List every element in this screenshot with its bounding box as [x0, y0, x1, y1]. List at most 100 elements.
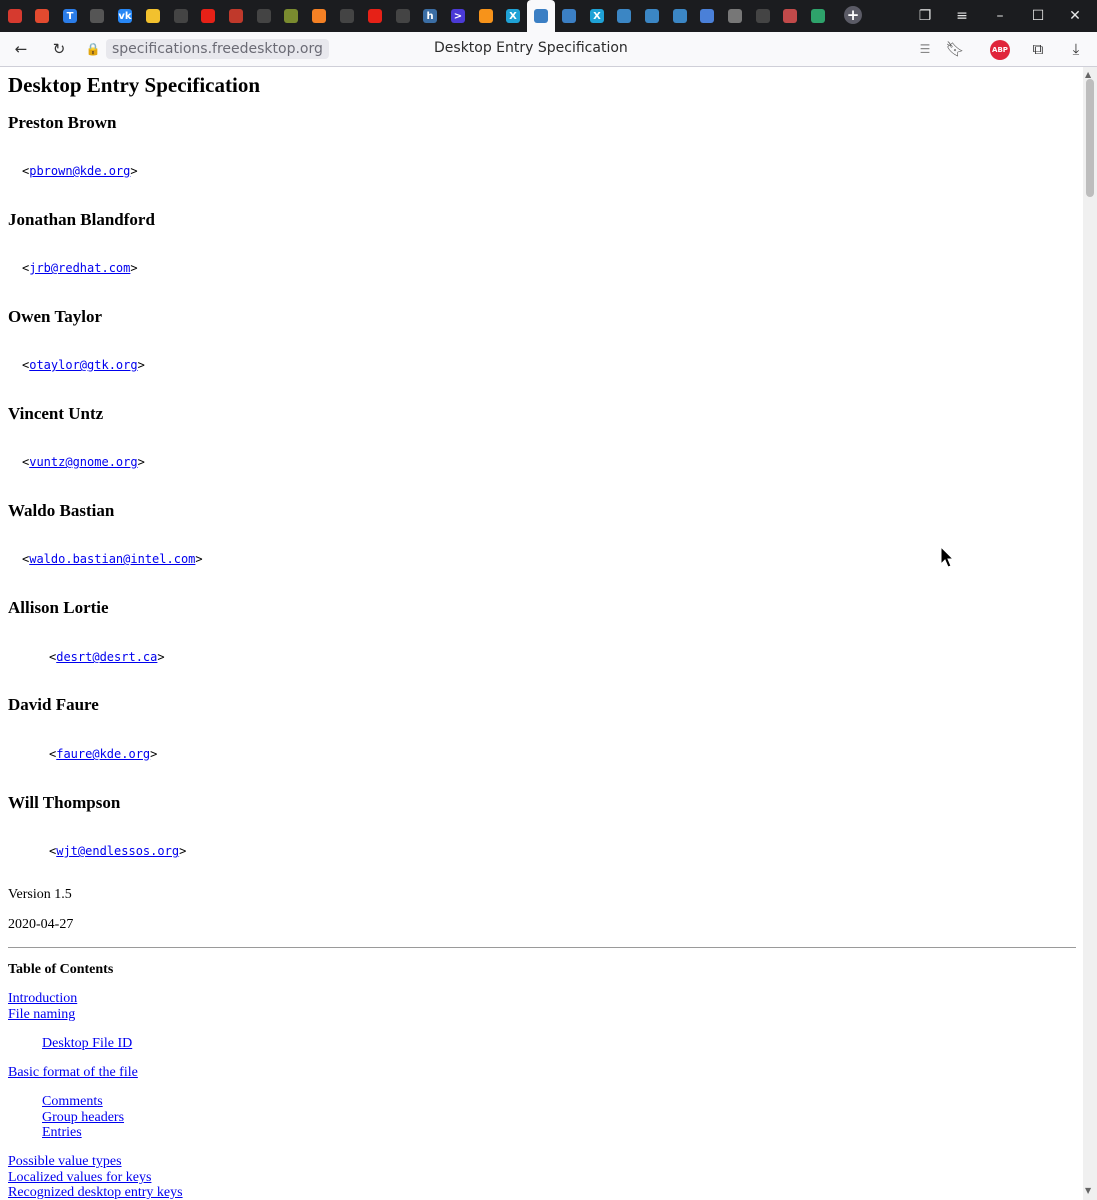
url-field[interactable]: specifications.freedesktop.org: [106, 39, 329, 59]
browser-tab[interactable]: [305, 2, 333, 30]
email-link[interactable]: desrt@desrt.ca: [56, 650, 157, 664]
arrow-icon: >: [451, 9, 465, 23]
browser-tab[interactable]: vk: [111, 2, 139, 30]
browser-tab[interactable]: [527, 0, 555, 32]
tab-list-button[interactable]: ❐: [915, 6, 935, 26]
github-icon: [756, 9, 770, 23]
browser-tab[interactable]: X: [583, 2, 611, 30]
browser-tab[interactable]: [361, 2, 389, 30]
toc-link[interactable]: Comments: [42, 1094, 103, 1110]
tab-strip: + ❐ ≡ – ☐ ✕ Tvk h > X X: [0, 0, 1097, 32]
bracket: >: [150, 747, 158, 761]
author-email: <desrt@desrt.ca>: [49, 650, 165, 664]
email-link[interactable]: wjt@endlessos.org: [56, 844, 179, 858]
gear-icon: [645, 9, 659, 23]
email-link[interactable]: waldo.bastian@intel.com: [29, 552, 195, 566]
toc-link[interactable]: Localized values for keys: [8, 1170, 151, 1186]
youtube-icon: [201, 9, 215, 23]
bracket: >: [130, 261, 138, 275]
minimize-button[interactable]: –: [990, 6, 1010, 26]
youtube-icon: [368, 9, 382, 23]
browser-tab[interactable]: [638, 2, 666, 30]
new-tab-button[interactable]: +: [844, 6, 862, 24]
speaker-icon: [90, 9, 104, 23]
bracket: >: [137, 455, 145, 469]
doc-date: 2020-04-27: [8, 917, 74, 932]
browser-tab[interactable]: [776, 2, 804, 30]
browser-tab[interactable]: [472, 2, 500, 30]
reload-button[interactable]: ↻: [49, 40, 69, 58]
browser-tab[interactable]: [610, 2, 638, 30]
reload-icon: ↻: [52, 40, 66, 58]
plus-icon: +: [846, 5, 860, 24]
globe-icon: [284, 9, 298, 23]
browser-tab[interactable]: [666, 2, 694, 30]
email-link[interactable]: jrb@redhat.com: [29, 261, 130, 275]
browser-tab[interactable]: [1, 2, 29, 30]
toc-link[interactable]: Entries: [42, 1125, 82, 1141]
downloads-button[interactable]: ⤓: [1066, 40, 1086, 58]
author-name: Waldo Bastian: [8, 501, 115, 520]
reader-view-button[interactable]: ☰: [915, 40, 935, 58]
browser-tab[interactable]: [749, 2, 777, 30]
menu-button[interactable]: ≡: [952, 6, 972, 26]
email-link[interactable]: vuntz@gnome.org: [29, 455, 137, 469]
browser-tab[interactable]: [167, 2, 195, 30]
adblock-button[interactable]: ABP: [990, 40, 1010, 60]
browser-tab[interactable]: [28, 2, 56, 30]
toc-title: Table of Contents: [8, 962, 114, 977]
back-button[interactable]: ←: [11, 40, 31, 58]
divider: [8, 947, 1076, 948]
bracket: >: [195, 552, 203, 566]
browser-tab[interactable]: [389, 2, 417, 30]
toc-link[interactable]: Basic format of the file: [8, 1065, 138, 1081]
email-link[interactable]: pbrown@kde.org: [29, 164, 130, 178]
scrollbar[interactable]: [1083, 67, 1097, 1200]
browser-tab[interactable]: [721, 2, 749, 30]
toc-link[interactable]: Desktop File ID: [42, 1036, 132, 1052]
browser-tab[interactable]: [250, 2, 278, 30]
image-icon: [783, 9, 797, 23]
github-icon: [174, 9, 188, 23]
toc-link[interactable]: Introduction: [8, 991, 77, 1007]
maximize-button[interactable]: ☐: [1028, 6, 1048, 26]
close-icon: ✕: [1069, 8, 1081, 24]
author-name: Allison Lortie: [8, 598, 109, 617]
toc-link[interactable]: File naming: [8, 1007, 75, 1023]
extension-button[interactable]: ⧉: [1028, 40, 1048, 58]
browser-tab[interactable]: [139, 2, 167, 30]
author-email: <otaylor@gtk.org>: [22, 358, 145, 372]
browser-tab[interactable]: X: [499, 2, 527, 30]
browser-tab[interactable]: h: [416, 2, 444, 30]
h-icon: h: [423, 9, 437, 23]
email-link[interactable]: faure@kde.org: [56, 747, 150, 761]
puzzle-icon: ⧉: [1032, 40, 1044, 58]
doc-title: Desktop Entry Specification: [8, 73, 260, 97]
scrollbar-thumb[interactable]: [1086, 79, 1094, 197]
email-link[interactable]: otaylor@gtk.org: [29, 358, 137, 372]
maximize-icon: ☐: [1031, 8, 1045, 24]
ghost-icon: [146, 9, 160, 23]
browser-tab[interactable]: [194, 2, 222, 30]
bookmark-button[interactable]: 🔖︎: [945, 40, 965, 58]
browser-tab[interactable]: [333, 2, 361, 30]
minimize-icon: –: [996, 8, 1004, 24]
browser-tab[interactable]: [693, 2, 721, 30]
translate-icon: [700, 9, 714, 23]
browser-tab[interactable]: >: [444, 2, 472, 30]
toc-link[interactable]: Possible value types: [8, 1154, 122, 1170]
toc-link[interactable]: Recognized desktop entry keys: [8, 1185, 183, 1200]
x-icon: X: [506, 9, 520, 23]
browser-tab[interactable]: [83, 2, 111, 30]
browser-tab[interactable]: T: [56, 2, 84, 30]
browser-tab[interactable]: [277, 2, 305, 30]
browser-tab[interactable]: [555, 2, 583, 30]
toc-link[interactable]: Group headers: [42, 1110, 124, 1126]
scroll-down-arrow-icon[interactable]: ▼: [1085, 1186, 1091, 1195]
browser-tab[interactable]: [222, 2, 250, 30]
browser-tab[interactable]: [804, 2, 832, 30]
scroll-up-arrow-icon[interactable]: ▲: [1085, 70, 1091, 79]
page-title: Desktop Entry Specification: [434, 40, 628, 56]
close-window-button[interactable]: ✕: [1065, 6, 1085, 26]
mouse-cursor-icon: [940, 546, 955, 568]
